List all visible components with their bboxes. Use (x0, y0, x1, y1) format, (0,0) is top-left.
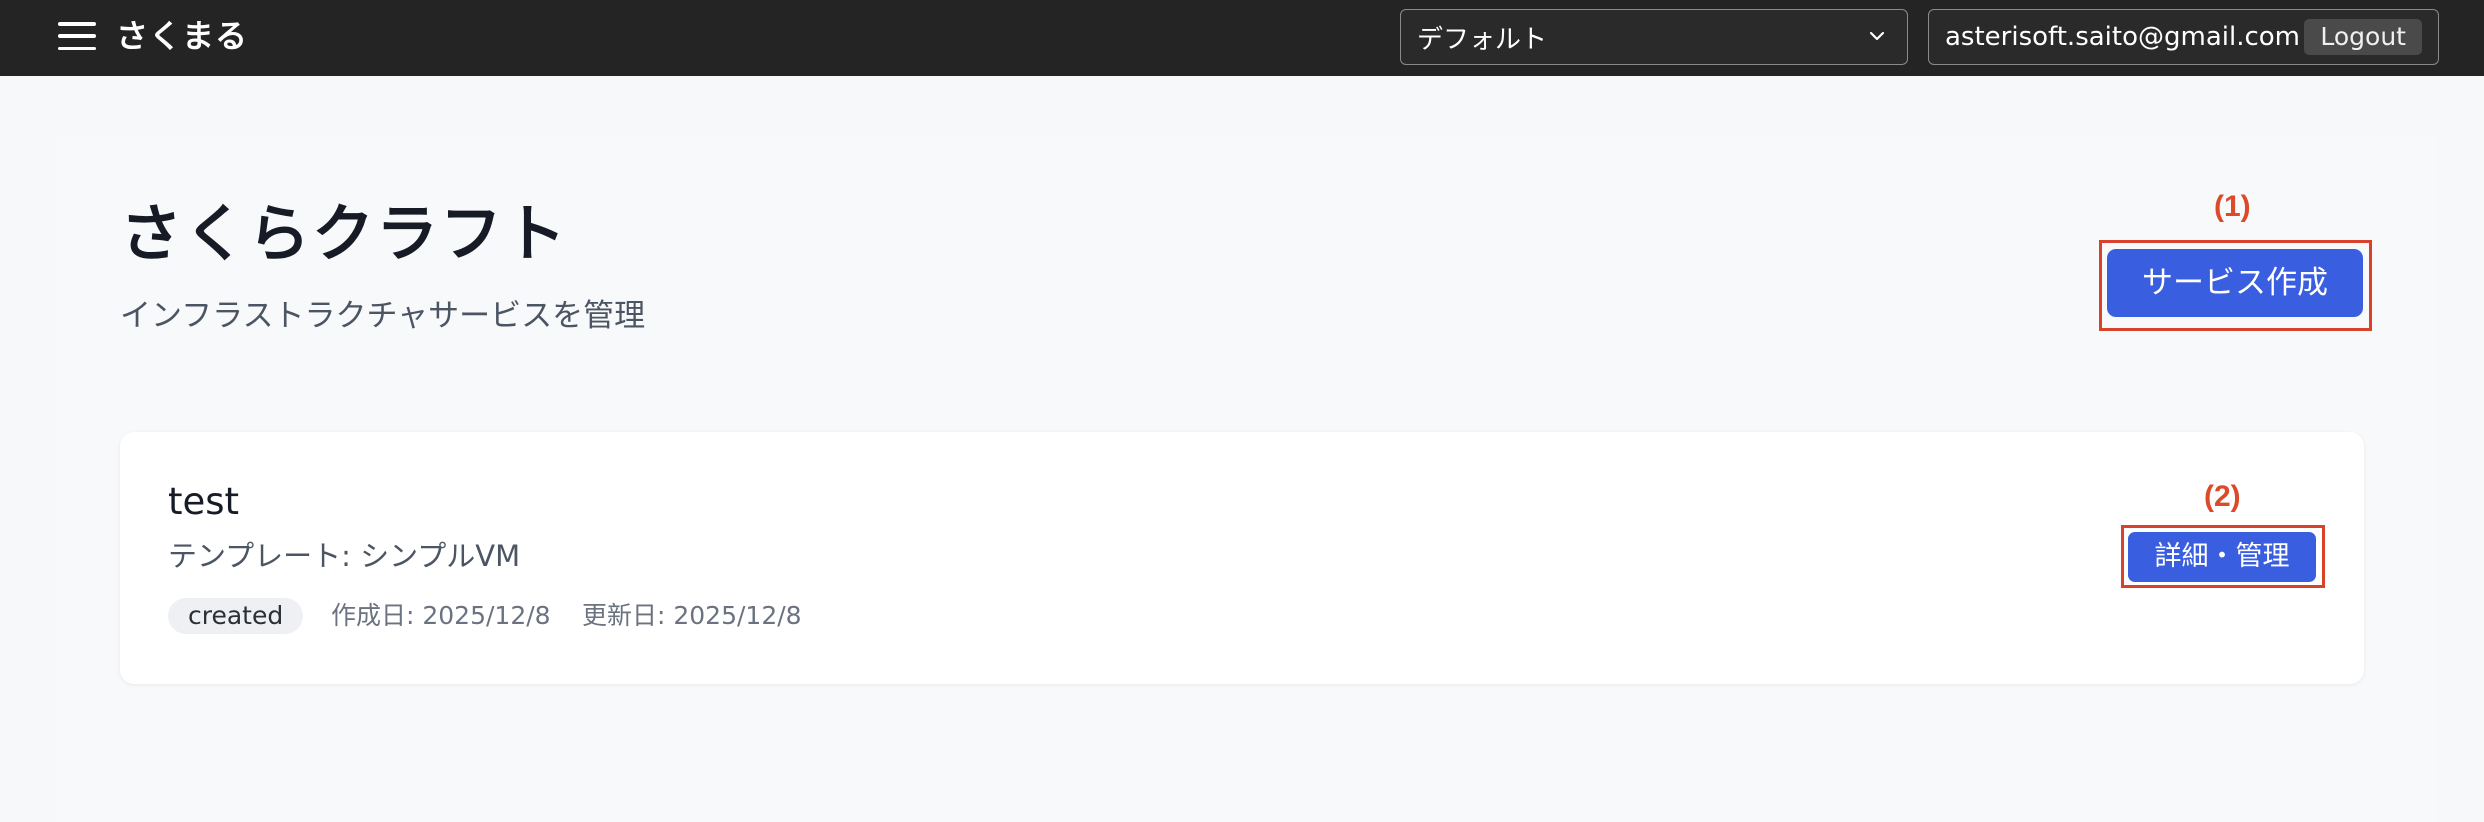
service-created-date: 作成日: 2025/12/8 (331, 601, 551, 630)
user-email: asterisoft.saito@gmail.com (1945, 22, 2300, 52)
logout-button[interactable]: Logout (2304, 19, 2422, 55)
menu-icon[interactable] (58, 22, 96, 50)
create-service-button[interactable]: サービス作成 (2107, 249, 2363, 317)
annotation-label-1: (1) (2214, 190, 2251, 223)
app-brand[interactable]: さくまる (116, 14, 248, 58)
page-title: さくらクラフト (120, 197, 569, 270)
service-name: test (168, 480, 240, 523)
user-menu: asterisoft.saito@gmail.com Logout (1928, 9, 2439, 65)
top-navigation-bar: さくまる デフォルト asterisoft.saito@gmail.com Lo… (0, 0, 2484, 76)
detail-manage-button[interactable]: 詳細・管理 (2128, 532, 2316, 582)
service-updated-date: 更新日: 2025/12/8 (582, 601, 802, 630)
page-subtitle: インフラストラクチャサービスを管理 (120, 298, 646, 334)
service-template: テンプレート: シンプルVM (168, 539, 521, 573)
organization-select[interactable]: デフォルト (1400, 9, 1908, 65)
status-badge: created (168, 598, 304, 634)
chevron-down-icon (1869, 31, 1885, 41)
organization-select-value: デフォルト (1417, 24, 1548, 55)
annotation-label-2: (2) (2204, 480, 2241, 513)
